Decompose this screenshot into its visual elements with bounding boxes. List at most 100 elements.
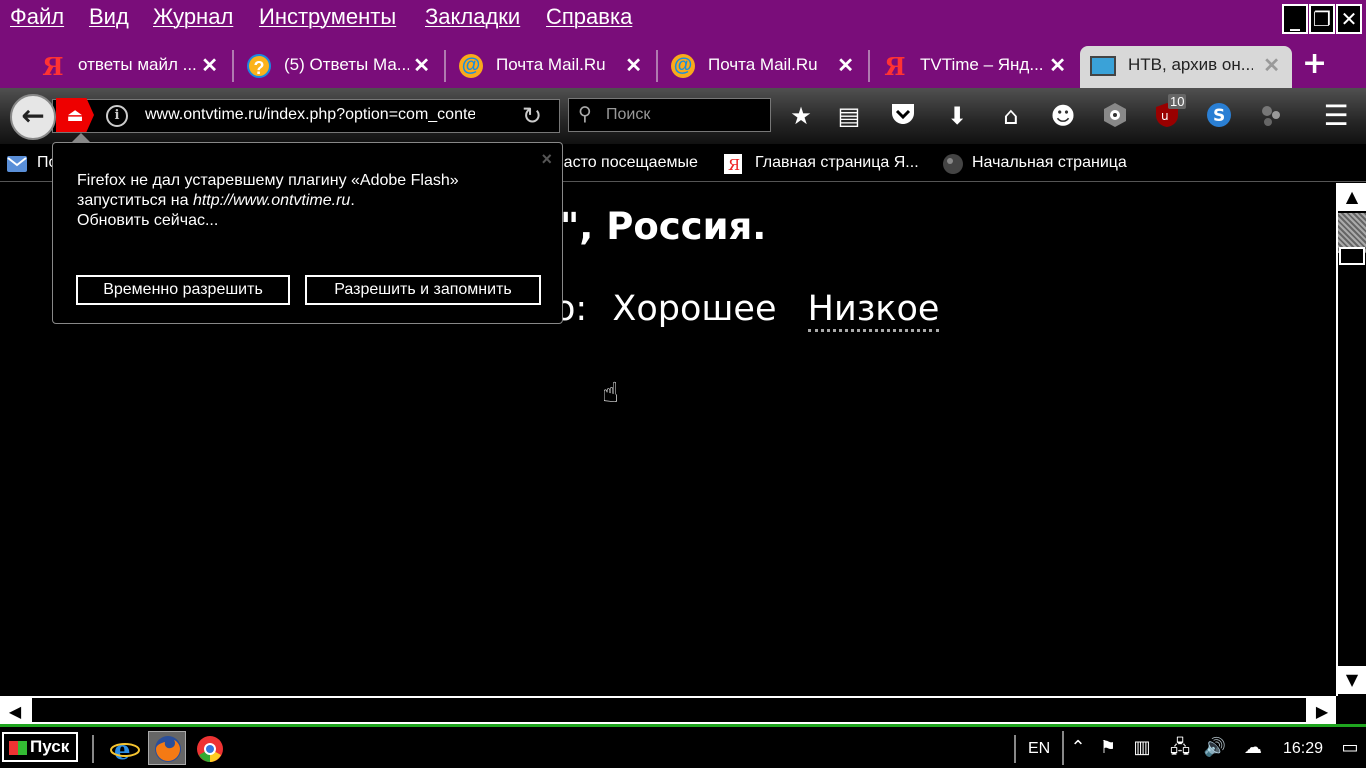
hand-cursor-icon: ☝ xyxy=(602,376,620,409)
quality-low-option[interactable]: Низкое xyxy=(807,289,940,332)
svg-text:e: e xyxy=(114,736,131,764)
close-tab-icon[interactable]: ✕ xyxy=(625,53,642,78)
network-icon[interactable]: 🖧 xyxy=(1168,737,1192,759)
home-icon[interactable]: ⌂ xyxy=(997,102,1025,130)
show-desktop-icon[interactable]: ▭ xyxy=(1338,737,1362,759)
start-label: Пуск xyxy=(30,737,70,756)
quality-good-option[interactable]: Хорошее xyxy=(612,289,776,329)
popup-arrow xyxy=(71,133,91,143)
language-indicator[interactable]: EN xyxy=(1028,740,1050,758)
menu-file[interactable]: Файл xyxy=(10,4,64,30)
action-center-flag-icon[interactable]: ⚑ xyxy=(1096,737,1120,759)
quality-selector: о: Хорошее Низкое xyxy=(554,289,940,332)
close-popup-icon[interactable]: × xyxy=(541,149,552,170)
bookmark-item[interactable]: Начальная страница xyxy=(972,154,1127,172)
mail-at-icon: @ xyxy=(458,53,484,79)
popup-line: Firefox не дал устаревшему плагину «Adob… xyxy=(77,172,459,189)
new-tab-button[interactable]: + xyxy=(1302,46,1327,81)
s-extension-icon[interactable]: S xyxy=(1205,102,1233,130)
firefox-taskbar-button[interactable] xyxy=(148,731,186,765)
tab-title: НТВ, архив он... xyxy=(1128,55,1253,74)
menu-tools[interactable]: Инструменты xyxy=(259,4,396,30)
taskbar: Пуск e EN ⌃ ⚑ ▥ 🖧 🔊 ☁ 16:29 ▭ xyxy=(0,724,1366,768)
url-input[interactable]: www.ontvtime.ru/index.php?option=com_con… xyxy=(145,106,475,124)
yandex-icon: Я xyxy=(42,51,64,81)
plugin-notification-popup: × Firefox не дал устаревшему плагину «Ad… xyxy=(52,133,563,324)
pocket-icon[interactable] xyxy=(889,102,917,130)
scroll-down-button[interactable]: ▼ xyxy=(1338,666,1366,694)
scroll-thumb[interactable] xyxy=(1339,247,1365,265)
scroll-left-button[interactable]: ◀ xyxy=(0,698,30,726)
yandex-icon: Я xyxy=(884,51,906,81)
svg-text:Я: Я xyxy=(728,156,740,174)
scroll-right-button[interactable]: ▶ xyxy=(1308,698,1336,726)
menu-view[interactable]: Вид xyxy=(89,4,129,30)
taskbar-separator xyxy=(92,735,94,763)
vertical-scrollbar[interactable]: ▲ ▼ xyxy=(1336,183,1366,696)
back-button[interactable]: ← xyxy=(10,94,56,140)
scroll-thumb-horizontal[interactable] xyxy=(30,698,1308,724)
tab-separator xyxy=(656,50,658,82)
menu-bookmarks[interactable]: Закладки xyxy=(425,4,520,30)
question-icon: ? xyxy=(246,53,272,79)
tab-title: (5) Ответы Ма... xyxy=(284,55,409,74)
tab-separator xyxy=(232,50,234,82)
reload-icon[interactable]: ↻ xyxy=(522,102,542,130)
tab-title: Почта Mail.Ru xyxy=(708,55,818,74)
bookmark-item[interactable]: Главная страница Я... xyxy=(755,154,919,172)
allow-temporarily-button[interactable]: Временно разрешить xyxy=(75,274,291,306)
svg-text:S: S xyxy=(1213,106,1225,126)
close-window-button[interactable]: ✕ xyxy=(1336,4,1362,34)
clock[interactable]: 16:29 xyxy=(1283,740,1323,758)
close-tab-icon[interactable]: ✕ xyxy=(837,53,854,78)
popup-line: запуститься на http://www.ontvtime.ru. xyxy=(77,192,355,209)
device-icon[interactable]: ▥ xyxy=(1130,737,1154,759)
plugin-blocked-icon[interactable]: ⏏ xyxy=(56,98,94,132)
menu-history[interactable]: Журнал xyxy=(153,4,233,30)
monitor-icon xyxy=(1090,53,1116,79)
tab-separator xyxy=(868,50,870,82)
scroll-up-button[interactable]: ▲ xyxy=(1338,183,1366,211)
search-input[interactable] xyxy=(568,98,771,132)
taskbar-separator xyxy=(1014,735,1016,763)
search-icon: ⚲ xyxy=(578,103,592,125)
tab[interactable]: ? (5) Ответы Ма... ✕ xyxy=(236,46,442,88)
puzzle-extension-icon[interactable] xyxy=(1257,102,1285,130)
close-tab-icon[interactable]: ✕ xyxy=(1049,53,1066,78)
eye-extension-icon[interactable] xyxy=(1101,102,1129,130)
allow-and-remember-button[interactable]: Разрешить и запомнить xyxy=(304,274,542,306)
bookmark-star-icon[interactable]: ★ xyxy=(787,102,815,130)
horizontal-scrollbar[interactable]: ◀ ▶ xyxy=(0,696,1336,726)
volume-icon[interactable]: 🔊 xyxy=(1203,737,1227,759)
bookmarks-list-icon[interactable]: ▤ xyxy=(835,102,863,130)
tab[interactable]: Я TVTime – Янд... ✕ xyxy=(872,46,1078,88)
popup-message: Firefox не дал устаревшему плагину «Adob… xyxy=(77,171,517,231)
maximize-button[interactable]: ❐ xyxy=(1309,4,1335,34)
svg-text:u: u xyxy=(1161,109,1169,123)
show-hidden-icons-icon[interactable]: ⌃ xyxy=(1066,737,1090,759)
yandex-icon: Я xyxy=(724,154,742,174)
bookmark-item[interactable]: Часто посещаемые xyxy=(553,154,711,172)
search-placeholder: Поиск xyxy=(606,106,651,123)
sync-cloud-icon[interactable]: ☁ xyxy=(1241,737,1265,759)
smiley-icon[interactable]: ☻ xyxy=(1049,102,1077,130)
site-info-icon[interactable]: i xyxy=(106,105,128,127)
minimize-button[interactable]: _ xyxy=(1282,4,1308,34)
windows-flag-icon xyxy=(9,741,27,755)
chrome-icon[interactable] xyxy=(195,734,225,764)
navigation-bar: ⏏ ← i www.ontvtime.ru/index.php?option=c… xyxy=(0,88,1366,144)
menu-help[interactable]: Справка xyxy=(546,4,632,30)
close-tab-icon[interactable]: ✕ xyxy=(1263,53,1280,78)
tab[interactable]: Я ответы майл ... ✕ xyxy=(30,46,230,88)
tab[interactable]: @ Почта Mail.Ru ✕ xyxy=(448,46,654,88)
close-tab-icon[interactable]: ✕ xyxy=(201,53,218,78)
hamburger-menu-icon[interactable]: ☰ xyxy=(1322,102,1350,130)
tab[interactable]: @ Почта Mail.Ru ✕ xyxy=(660,46,866,88)
tab-active[interactable]: НТВ, архив он... ✕ xyxy=(1080,46,1292,88)
downloads-icon[interactable]: ⬇ xyxy=(943,102,971,130)
start-button[interactable]: Пуск xyxy=(2,732,78,762)
close-tab-icon[interactable]: ✕ xyxy=(413,53,430,78)
internet-explorer-icon[interactable]: e xyxy=(110,734,140,764)
update-now-link[interactable]: Обновить сейчас... xyxy=(77,211,517,231)
mail-icon xyxy=(7,156,27,172)
